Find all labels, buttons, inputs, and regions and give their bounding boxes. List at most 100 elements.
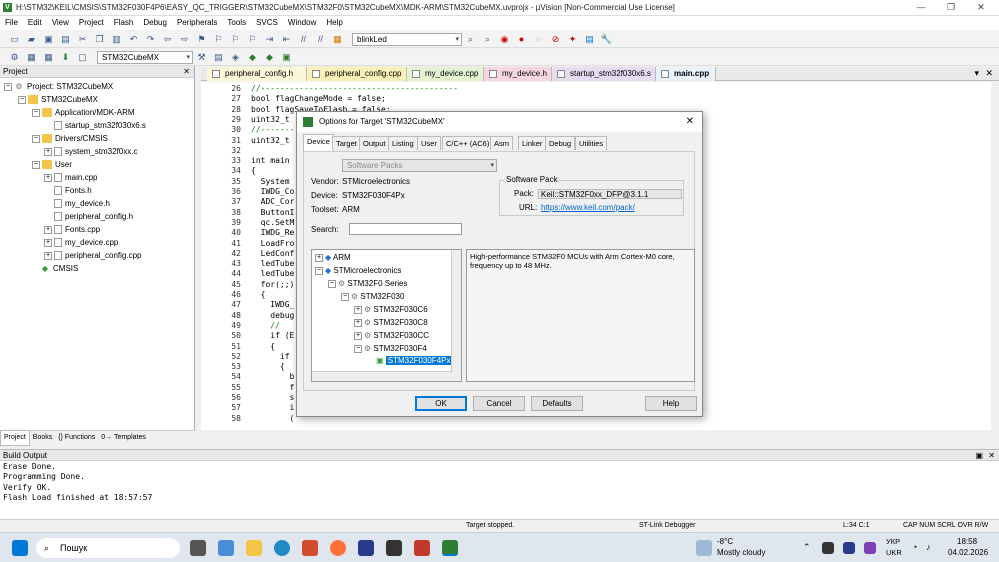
store-icon[interactable]: [302, 540, 318, 556]
tree-horizontal-scrollbar[interactable]: [312, 371, 461, 381]
editor-tab-active[interactable]: main.cpp: [656, 67, 716, 81]
nav-forward-icon[interactable]: ⇨: [178, 33, 191, 45]
tab-asm[interactable]: Asm: [490, 136, 513, 150]
tree-device[interactable]: + ⚙ STM32F030C8: [354, 317, 428, 329]
close-button[interactable]: ✕: [966, 0, 996, 15]
indent-icon[interactable]: ⇥: [263, 33, 276, 45]
file-explorer-icon[interactable]: [246, 540, 262, 556]
expand-icon[interactable]: +: [44, 251, 52, 260]
save-all-icon[interactable]: ▤: [59, 33, 72, 45]
edge-icon[interactable]: [274, 540, 290, 556]
tree-device-selected[interactable]: ▣ STM32F030F4Px: [376, 355, 453, 367]
tree-project-root[interactable]: − ⚙ Project: STM32CubeMX: [4, 81, 113, 93]
tabs-dropdown-icon[interactable]: ▾: [974, 68, 979, 79]
tree-device[interactable]: + ⚙ STM32F030C6: [354, 304, 428, 316]
new-file-icon[interactable]: ▭: [8, 33, 21, 45]
tab-project[interactable]: Project: [0, 429, 30, 446]
collapse-icon[interactable]: −: [315, 266, 323, 275]
collapse-icon[interactable]: −: [18, 95, 26, 104]
menu-edit[interactable]: Edit: [23, 16, 47, 30]
bookmark-next-icon[interactable]: ⚐: [229, 33, 242, 45]
tree-device[interactable]: + ⚙ STM32F030CC: [354, 330, 429, 342]
task-view-icon[interactable]: [190, 540, 206, 556]
tree-group-drivers-cmsis[interactable]: − Drivers/CMSIS: [32, 133, 108, 145]
tree-file[interactable]: + Fonts.cpp: [44, 224, 100, 236]
configure-icon[interactable]: 🔧: [600, 33, 613, 45]
help-button[interactable]: Help: [645, 396, 697, 411]
editor-tab[interactable]: peripheral_config.h: [207, 67, 307, 81]
tab-functions[interactable]: {} Functions: [55, 431, 98, 445]
menu-flash[interactable]: Flash: [109, 16, 139, 30]
tree-group-application[interactable]: − Application/MDK-ARM: [32, 107, 135, 119]
menu-svcs[interactable]: SVCS: [251, 16, 283, 30]
clock-time[interactable]: 18:58: [957, 537, 977, 546]
function-combo[interactable]: blinkLed ▾: [352, 32, 462, 46]
unindent-icon[interactable]: ⇤: [280, 33, 293, 45]
tab-user[interactable]: User: [417, 136, 441, 150]
wifi-icon[interactable]: ◔: [912, 542, 917, 552]
tree-target[interactable]: − STM32CubeMX: [18, 94, 98, 106]
menu-debug[interactable]: Debug: [138, 16, 172, 30]
editor-tab[interactable]: peripheral_config.cpp: [307, 67, 407, 81]
start-windows-icon[interactable]: [12, 540, 28, 556]
build-icon[interactable]: ▦: [25, 51, 38, 63]
rebuild-icon[interactable]: ▦: [42, 51, 55, 63]
stop-build-icon[interactable]: ▢: [76, 51, 89, 63]
tree-file[interactable]: my_device.h: [54, 198, 110, 210]
editor-tab[interactable]: my_device.cpp: [407, 67, 484, 81]
bookmark-clear-icon[interactable]: ⚐: [246, 33, 259, 45]
kill-breakpoints-icon[interactable]: ✦: [566, 33, 579, 45]
chevron-up-icon[interactable]: ⌃: [803, 542, 811, 553]
app-icon[interactable]: [386, 540, 402, 556]
collapse-icon[interactable]: −: [354, 344, 362, 353]
nav-back-icon[interactable]: ⇦: [161, 33, 174, 45]
pack-installer-icon[interactable]: ◆: [246, 51, 259, 63]
tray-icon[interactable]: [843, 542, 855, 554]
tree-file[interactable]: + main.cpp: [44, 172, 97, 184]
menu-window[interactable]: Window: [283, 16, 321, 30]
taskbar-search[interactable]: ⌕ Пошук: [36, 538, 180, 558]
manage-components-icon[interactable]: ▣: [280, 51, 293, 63]
tree-vendor-st[interactable]: − ◆ STMicroelectronics: [315, 265, 401, 277]
menu-peripherals[interactable]: Peripherals: [172, 16, 222, 30]
expand-icon[interactable]: +: [44, 238, 52, 247]
tab-debug[interactable]: Debug: [545, 136, 576, 150]
disable-all-breakpoints-icon[interactable]: ⊘: [549, 33, 562, 45]
tree-component-cmsis[interactable]: ◆ CMSIS: [40, 263, 78, 275]
app-icon[interactable]: [358, 540, 374, 556]
maximize-button[interactable]: ❐: [936, 0, 966, 15]
uvision-taskbar-icon[interactable]: [442, 540, 458, 556]
language-code[interactable]: УКР: [886, 537, 900, 546]
tree-file[interactable]: + peripheral_config.cpp: [44, 250, 142, 262]
breakpoint-icon[interactable]: ●: [515, 33, 528, 45]
tab-templates[interactable]: 0→ Templates: [98, 431, 149, 445]
tree-vendor-arm[interactable]: + ◆ ARM: [315, 252, 351, 264]
paste-icon[interactable]: ▥: [110, 33, 123, 45]
tree-file[interactable]: peripheral_config.h: [54, 211, 133, 223]
uncomment-icon[interactable]: //: [314, 33, 327, 45]
tree-vertical-scrollbar[interactable]: [451, 250, 461, 373]
device-tree[interactable]: + ◆ ARM − ◆ STMicroelectronics − ⚙ STM32F0 …: [311, 249, 462, 382]
tab-listing[interactable]: Listing: [388, 136, 418, 150]
expand-icon[interactable]: +: [315, 253, 323, 262]
expand-icon[interactable]: +: [44, 147, 52, 156]
expand-icon[interactable]: +: [354, 318, 362, 327]
bookmark-icon[interactable]: ⚑: [195, 33, 208, 45]
menu-project[interactable]: Project: [74, 16, 109, 30]
software-packs-combo[interactable]: Software Packs ▾: [342, 159, 497, 172]
tab-target[interactable]: Target: [332, 136, 361, 150]
pane-close-icon[interactable]: ✕: [183, 66, 190, 78]
tab-c-cpp[interactable]: C/C++ (AC6): [442, 136, 494, 150]
manage-rte-icon[interactable]: ◈: [229, 51, 242, 63]
clock-date[interactable]: 04.02.2026: [948, 548, 988, 557]
tab-device[interactable]: Device: [303, 134, 334, 151]
cut-icon[interactable]: ✂: [76, 33, 89, 45]
tree-file[interactable]: startup_stm32f030x6.s: [54, 120, 146, 132]
debug-session-icon[interactable]: ◉: [498, 33, 511, 45]
expand-icon[interactable]: +: [354, 305, 362, 314]
disable-breakpoint-icon[interactable]: ○: [532, 33, 545, 45]
tree-file[interactable]: + system_stm32f0xx.c: [44, 146, 137, 158]
defaults-button[interactable]: Defaults: [531, 396, 583, 411]
target-combo[interactable]: STM32CubeMX ▾: [97, 50, 193, 64]
redo-icon[interactable]: ↷: [144, 33, 157, 45]
